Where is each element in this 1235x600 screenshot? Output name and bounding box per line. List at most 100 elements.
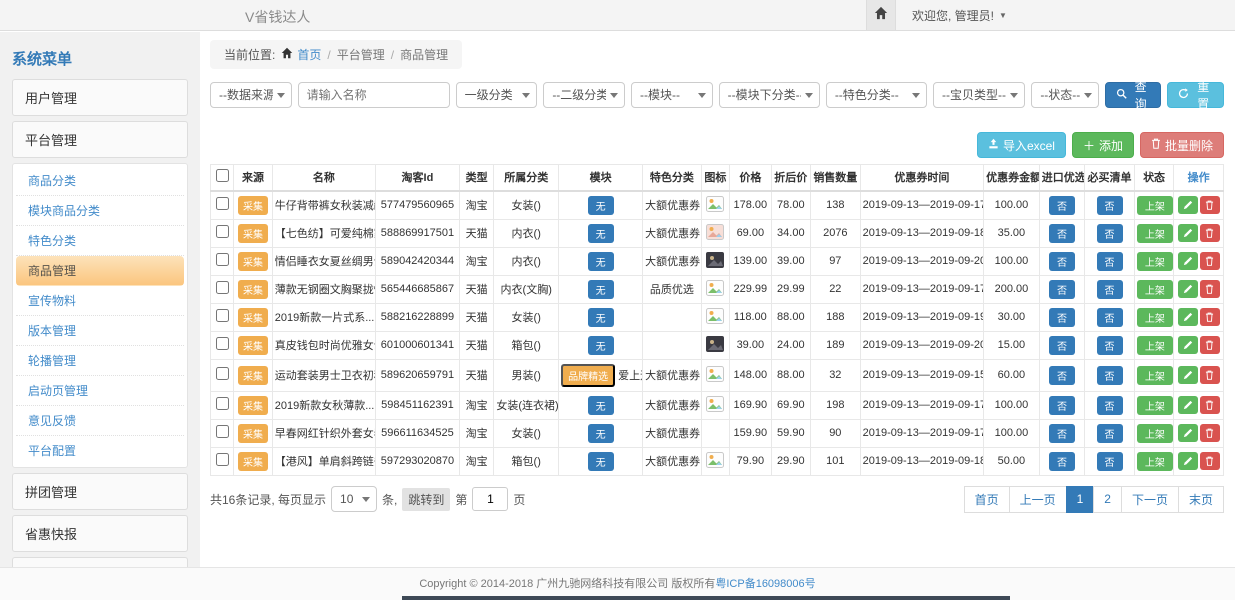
delete-button[interactable] (1200, 336, 1220, 354)
edit-button[interactable] (1178, 424, 1198, 442)
must-buy-toggle[interactable]: 否 (1097, 396, 1123, 415)
status-toggle[interactable]: 上架 (1137, 308, 1173, 327)
delete-button[interactable] (1200, 366, 1220, 384)
category-level1-select[interactable]: 一级分类 (456, 82, 538, 108)
must-buy-toggle[interactable]: 否 (1097, 280, 1123, 299)
pager-2[interactable]: 2 (1093, 486, 1122, 513)
module-badge[interactable]: 无 (588, 396, 614, 415)
import-optional-toggle[interactable]: 否 (1049, 452, 1075, 471)
row-checkbox[interactable] (216, 225, 229, 238)
delete-button[interactable] (1200, 224, 1220, 242)
status-toggle[interactable]: 上架 (1137, 336, 1173, 355)
module-select[interactable]: --模块-- (631, 82, 713, 108)
import-optional-toggle[interactable]: 否 (1049, 396, 1075, 415)
edit-button[interactable] (1178, 336, 1198, 354)
module-badge[interactable]: 无 (588, 452, 614, 471)
home-button[interactable] (866, 0, 896, 30)
per-page-select[interactable]: 10 (331, 486, 377, 512)
page-number-input[interactable] (472, 487, 508, 511)
delete-button[interactable] (1200, 308, 1220, 326)
module-badge[interactable]: 无 (588, 196, 614, 215)
status-toggle[interactable]: 上架 (1137, 196, 1173, 215)
row-checkbox[interactable] (216, 281, 229, 294)
module-badge[interactable]: 品牌精选 (561, 364, 615, 387)
breadcrumb-item-0[interactable]: 首页 (297, 46, 321, 63)
feature-category-select[interactable]: --特色分类-- (826, 82, 927, 108)
row-checkbox[interactable] (216, 425, 229, 438)
select-all-checkbox[interactable] (216, 169, 229, 182)
status-toggle[interactable]: 上架 (1137, 424, 1173, 443)
delete-button[interactable] (1200, 252, 1220, 270)
edit-button[interactable] (1178, 366, 1198, 384)
pager-1[interactable]: 1 (1066, 486, 1095, 513)
import-optional-toggle[interactable]: 否 (1049, 280, 1075, 299)
edit-button[interactable] (1178, 396, 1198, 414)
row-checkbox[interactable] (216, 397, 229, 410)
delete-button[interactable] (1200, 196, 1220, 214)
edit-button[interactable] (1178, 308, 1198, 326)
delete-button[interactable] (1200, 280, 1220, 298)
add-button[interactable]: ＋ 添加 (1072, 132, 1134, 158)
must-buy-toggle[interactable]: 否 (1097, 452, 1123, 471)
sidebar-item-4[interactable]: 特色分类 (16, 226, 184, 256)
status-toggle[interactable]: 上架 (1137, 252, 1173, 271)
sidebar-item-7[interactable]: 版本管理 (16, 316, 184, 346)
module-sub-select[interactable]: --模块下分类-- (719, 82, 820, 108)
must-buy-toggle[interactable]: 否 (1097, 366, 1123, 385)
row-checkbox[interactable] (216, 197, 229, 210)
data-source-select[interactable]: --数据来源-- (210, 82, 292, 108)
import-optional-toggle[interactable]: 否 (1049, 424, 1075, 443)
import-optional-toggle[interactable]: 否 (1049, 224, 1075, 243)
sidebar-section-1[interactable]: 平台管理 (12, 121, 188, 158)
sidebar-item-8[interactable]: 轮播管理 (16, 346, 184, 376)
row-checkbox[interactable] (216, 309, 229, 322)
search-button[interactable]: 查询 (1105, 82, 1162, 108)
sidebar-item-10[interactable]: 意见反馈 (16, 406, 184, 436)
module-badge[interactable]: 无 (588, 280, 614, 299)
row-checkbox[interactable] (216, 337, 229, 350)
reset-button[interactable]: 重置 (1167, 82, 1224, 108)
jump-button[interactable]: 跳转到 (402, 488, 450, 511)
category-level2-select[interactable]: --二级分类-- (543, 82, 625, 108)
must-buy-toggle[interactable]: 否 (1097, 196, 1123, 215)
edit-button[interactable] (1178, 280, 1198, 298)
sidebar-item-3[interactable]: 模块商品分类 (16, 196, 184, 226)
module-badge[interactable]: 无 (588, 224, 614, 243)
module-badge[interactable]: 无 (588, 252, 614, 271)
edit-button[interactable] (1178, 452, 1198, 470)
must-buy-toggle[interactable]: 否 (1097, 336, 1123, 355)
import-optional-toggle[interactable]: 否 (1049, 336, 1075, 355)
pager-上一页[interactable]: 上一页 (1009, 486, 1067, 513)
delete-button[interactable] (1200, 396, 1220, 414)
sidebar-section-14[interactable]: 消息管理 (12, 557, 188, 567)
import-optional-toggle[interactable]: 否 (1049, 366, 1075, 385)
must-buy-toggle[interactable]: 否 (1097, 252, 1123, 271)
import-optional-toggle[interactable]: 否 (1049, 308, 1075, 327)
row-checkbox[interactable] (216, 453, 229, 466)
import-optional-toggle[interactable]: 否 (1049, 252, 1075, 271)
pager-末页[interactable]: 末页 (1178, 486, 1224, 513)
row-checkbox[interactable] (216, 253, 229, 266)
must-buy-toggle[interactable]: 否 (1097, 424, 1123, 443)
must-buy-toggle[interactable]: 否 (1097, 224, 1123, 243)
sidebar-item-6[interactable]: 宣传物料 (16, 286, 184, 316)
import-optional-toggle[interactable]: 否 (1049, 196, 1075, 215)
module-badge[interactable]: 无 (588, 336, 614, 355)
pager-下一页[interactable]: 下一页 (1121, 486, 1179, 513)
sidebar-item-2[interactable]: 商品分类 (16, 166, 184, 196)
status-select[interactable]: --状态-- (1031, 82, 1098, 108)
pager-首页[interactable]: 首页 (964, 486, 1010, 513)
name-search-input[interactable] (298, 82, 450, 108)
status-toggle[interactable]: 上架 (1137, 452, 1173, 471)
sidebar-section-13[interactable]: 省惠快报 (12, 515, 188, 552)
import-excel-button[interactable]: 导入excel (977, 132, 1066, 158)
sidebar-item-9[interactable]: 启动页管理 (16, 376, 184, 406)
module-badge[interactable]: 无 (588, 424, 614, 443)
sidebar-section-0[interactable]: 用户管理 (12, 79, 188, 116)
must-buy-toggle[interactable]: 否 (1097, 308, 1123, 327)
icp-link[interactable]: 粤ICP备16098006号 (715, 578, 815, 590)
batch-delete-button[interactable]: 批量删除 (1140, 132, 1224, 158)
sidebar-item-5[interactable]: 商品管理 (16, 256, 184, 286)
delete-button[interactable] (1200, 452, 1220, 470)
status-toggle[interactable]: 上架 (1137, 280, 1173, 299)
